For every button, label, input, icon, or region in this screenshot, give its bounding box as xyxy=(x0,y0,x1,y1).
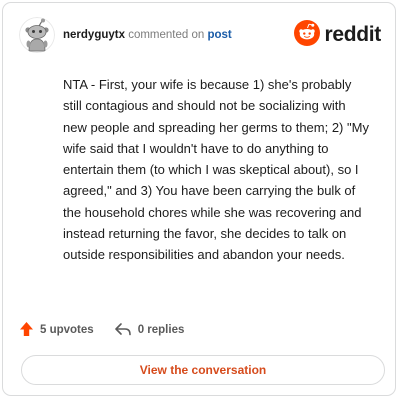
action-text: commented on xyxy=(128,29,205,41)
author-name[interactable]: nerdyguytx xyxy=(63,29,125,41)
upvotes-stat[interactable]: 5 upvotes xyxy=(19,321,94,340)
replies-count: 0 replies xyxy=(137,324,185,336)
comment-embed-card: nerdyguytx commented on post reddit NTA … xyxy=(2,2,396,396)
comment-footer: 5 upvotes 0 replies xyxy=(19,320,204,340)
comment-body: NTA - First, your wife is because 1) she… xyxy=(63,77,369,263)
replies-stat[interactable]: 0 replies xyxy=(114,322,185,339)
author-line: nerdyguytx commented on post xyxy=(63,28,232,42)
post-link[interactable]: post xyxy=(207,29,231,41)
reddit-logo-icon xyxy=(294,19,321,51)
upvote-arrow-icon xyxy=(19,321,40,340)
brand-wordmark: reddit xyxy=(324,23,381,46)
snoo-avatar-icon[interactable] xyxy=(19,17,55,53)
upvotes-count: 5 upvotes xyxy=(40,324,94,336)
comment-header: nerdyguytx commented on post reddit xyxy=(19,17,381,53)
reddit-brand[interactable]: reddit xyxy=(294,19,381,51)
reply-arrow-icon xyxy=(114,322,138,339)
view-conversation-button[interactable]: View the conversation xyxy=(21,355,385,385)
